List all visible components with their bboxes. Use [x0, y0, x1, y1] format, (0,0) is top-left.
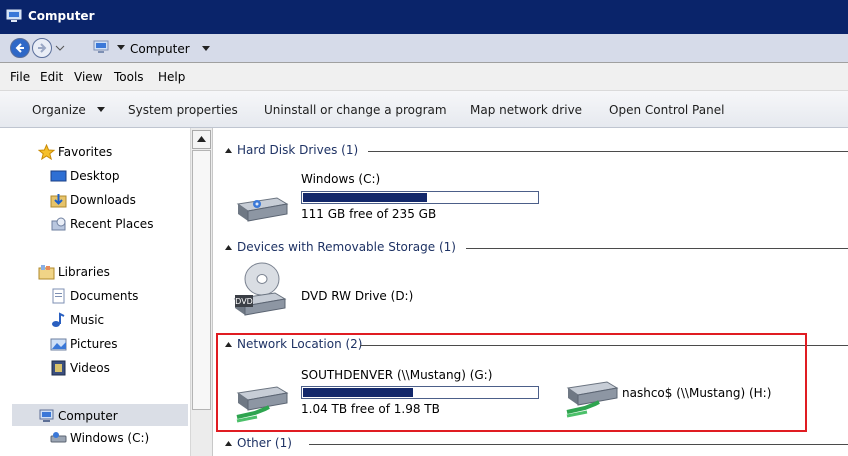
menu-tools[interactable]: Tools — [114, 70, 144, 84]
star-icon — [38, 144, 55, 160]
chevron-down-icon[interactable] — [116, 43, 126, 53]
back-arrow-icon — [15, 43, 24, 53]
address-bar: Computer — [0, 34, 848, 63]
desktop-icon — [50, 170, 67, 182]
group-header-removable-storage[interactable]: Devices with Removable Storage (1) — [213, 239, 848, 257]
organize-button[interactable]: Organize — [32, 103, 86, 117]
open-control-panel-button[interactable]: Open Control Panel — [609, 103, 724, 117]
group-header-hard-disk[interactable]: Hard Disk Drives (1) — [213, 142, 848, 160]
drive-usage-fill — [303, 193, 427, 202]
address-location[interactable]: Computer — [130, 42, 190, 56]
collapse-triangle-icon — [225, 245, 232, 250]
computer-icon — [6, 9, 22, 22]
command-bar: Organize System properties Uninstall or … — [0, 91, 848, 128]
music-icon — [52, 312, 65, 327]
recent-pages-dropdown-icon[interactable] — [55, 43, 65, 53]
scroll-up-button[interactable] — [192, 130, 211, 149]
forward-arrow-icon — [38, 43, 47, 53]
collapse-triangle-icon — [225, 148, 232, 153]
scroll-thumb[interactable] — [192, 150, 211, 410]
group-divider — [368, 151, 848, 152]
scroll-up-arrow-icon — [197, 136, 206, 142]
documents-icon — [52, 288, 65, 304]
hard-drive-icon — [236, 197, 289, 222]
group-divider — [309, 444, 848, 445]
uninstall-program-button[interactable]: Uninstall or change a program — [264, 103, 447, 117]
computer-icon — [39, 409, 54, 422]
svg-text:DVD: DVD — [235, 297, 253, 306]
downloads-folder-icon — [50, 194, 67, 208]
nav-label: Recent Places — [70, 217, 154, 231]
title-bar: Computer — [0, 0, 848, 34]
nav-label: Windows (C:) — [70, 431, 150, 445]
nav-label: Desktop — [70, 169, 120, 183]
recent-places-icon — [51, 217, 66, 231]
drive-free-space: 111 GB free of 235 GB — [301, 207, 437, 221]
drive-name: DVD RW Drive (D:) — [301, 289, 414, 303]
nav-label: Favorites — [58, 145, 113, 159]
forward-button[interactable] — [32, 38, 52, 58]
hard-drive-icon — [50, 432, 67, 443]
collapse-triangle-icon — [225, 441, 232, 446]
group-divider — [466, 248, 848, 249]
menu-bar: File Edit View Tools Help — [0, 63, 848, 91]
nav-label: Downloads — [70, 193, 136, 207]
nav-label: Computer — [58, 409, 118, 423]
group-header-other[interactable]: Other (1) — [213, 435, 848, 453]
group-title: Devices with Removable Storage (1) — [237, 240, 462, 254]
menu-edit[interactable]: Edit — [40, 70, 63, 84]
navigation-pane: Favorites Desktop Downloads Recent Place… — [0, 128, 213, 456]
dvd-drive-icon: DVD — [233, 262, 287, 316]
libraries-icon — [38, 265, 55, 280]
pictures-icon — [50, 338, 67, 351]
nav-label: Music — [70, 313, 105, 327]
menu-file[interactable]: File — [10, 70, 30, 84]
group-title: Hard Disk Drives (1) — [237, 143, 365, 157]
map-network-drive-button[interactable]: Map network drive — [470, 103, 582, 117]
computer-icon — [93, 40, 109, 53]
menu-view[interactable]: View — [74, 70, 102, 84]
nav-scrollbar[interactable] — [190, 128, 212, 456]
nav-label: Pictures — [70, 337, 118, 351]
chevron-down-icon — [97, 107, 105, 112]
menu-help[interactable]: Help — [158, 70, 185, 84]
group-title: Other (1) — [237, 436, 298, 450]
nav-label: Libraries — [58, 265, 110, 279]
nav-label: Videos — [70, 361, 110, 375]
window-title: Computer — [28, 9, 95, 23]
back-button[interactable] — [10, 38, 30, 58]
system-properties-button[interactable]: System properties — [128, 103, 238, 117]
highlight-box — [216, 333, 807, 432]
nav-label: Documents — [70, 289, 139, 303]
drive-usage-bar — [301, 191, 539, 204]
chevron-down-icon[interactable] — [201, 44, 211, 54]
drive-name: Windows (C:) — [301, 172, 381, 186]
videos-icon — [51, 360, 66, 376]
